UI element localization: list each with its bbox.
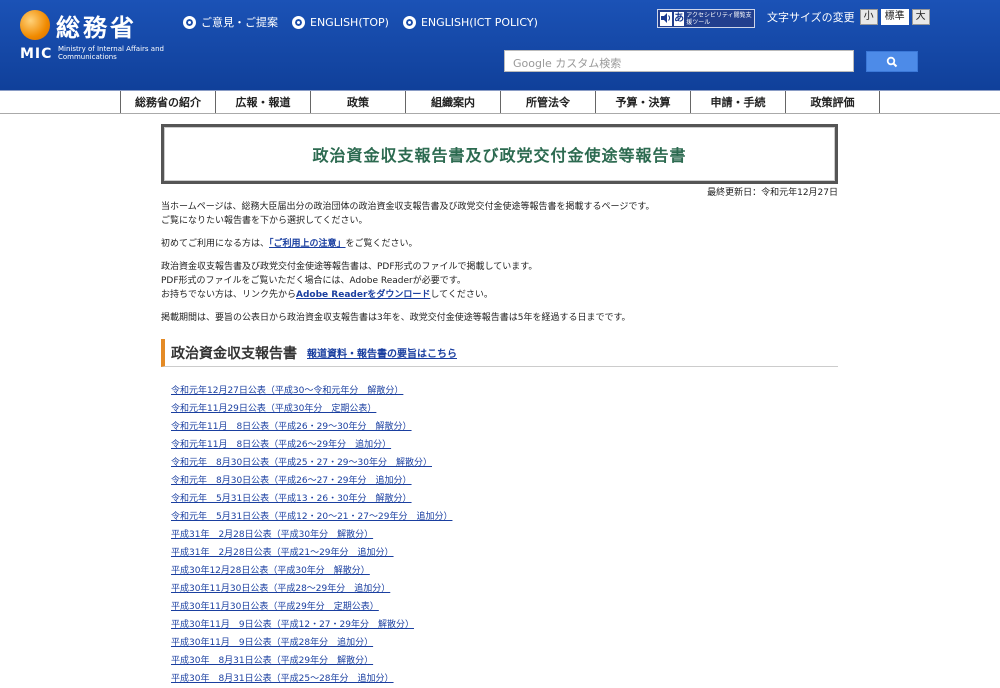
list-item[interactable]: 平成30年11月30日公表（平成28～29年分 追加分）	[171, 580, 838, 598]
list-item[interactable]: 平成31年 2月28日公表（平成30年分 解散分）	[171, 526, 838, 544]
section-header: 政治資金収支報告書 報道資料・報告書の要旨はこちら	[161, 339, 838, 367]
intro-text-1: 当ホームページは、総務大臣届出分の政治団体の政治資金収支報告書及び政党交付金使途…	[161, 202, 655, 212]
search-icon	[886, 56, 898, 67]
pdf-text-2: PDF形式のファイルをご覧いただく場合には、Adobe Readerが必要です。	[161, 276, 466, 286]
list-item[interactable]: 平成30年11月30日公表（平成29年分 定期公表）	[171, 598, 838, 616]
nav-item-evaluation[interactable]: 政策評価	[785, 91, 880, 113]
last-updated: 最終更新日：令和元年12月27日	[707, 188, 838, 198]
search-input[interactable]: Google カスタム検索	[504, 50, 854, 72]
logo-mic: MIC	[20, 46, 53, 62]
nav-item-pr[interactable]: 広報・報道	[215, 91, 310, 113]
page-title: 政治資金収支報告書及び政党交付金使途等報告書	[312, 146, 687, 165]
nav-item-laws[interactable]: 所管法令	[500, 91, 595, 113]
list-item[interactable]: 令和元年 8月30日公表（平成26～27・29年分 追加分）	[171, 472, 838, 490]
list-item[interactable]: 令和元年11月 8日公表（平成26～29年分 追加分）	[171, 436, 838, 454]
list-item[interactable]: 平成30年11月 9日公表（平成28年分 追加分）	[171, 634, 838, 652]
pdf-text-1: 政治資金収支報告書及び政党交付金使途等報告書は、PDF形式のファイルで掲載してい…	[161, 262, 538, 272]
list-item[interactable]: 令和元年 5月31日公表（平成12・20～21・27～29年分 追加分）	[171, 508, 838, 526]
hiragana-a-icon: あ	[674, 11, 685, 26]
press-summary-link[interactable]: 報道資料・報告書の要旨はこちら	[307, 345, 457, 360]
font-size-label: 文字サイズの変更	[767, 11, 855, 24]
main-content: 政治資金収支報告書及び政党交付金使途等報告書 最終更新日：令和元年12月27日 …	[161, 124, 838, 688]
nav-item-policy[interactable]: 政策	[310, 91, 405, 113]
toplink-english-ict[interactable]: ENGLISH(ICT POLICY)	[402, 14, 538, 30]
speaker-icon	[660, 11, 672, 26]
accessibility-tool-button[interactable]: あ アクセシビリティ閲覧支援ツール	[657, 9, 755, 28]
global-nav: 総務省の紹介 広報・報道 政策 組織案内 所管法令 予算・決算 申請・手続 政策…	[0, 90, 1000, 114]
nav-item-applications[interactable]: 申請・手続	[690, 91, 785, 113]
list-item[interactable]: 平成30年12月28日公表（平成30年分 解散分）	[171, 562, 838, 580]
adobe-reader-download-link[interactable]: Adobe Readerをダウンロード	[296, 290, 430, 300]
mic-logo[interactable]: 総務省 MIC Ministry of Internal Affairs and…	[20, 8, 170, 68]
report-list: 令和元年12月27日公表（平成30～令和元年分 解散分） 令和元年11月29日公…	[161, 382, 838, 688]
list-item[interactable]: 平成31年 2月28日公表（平成21～29年分 追加分）	[171, 544, 838, 562]
pdf-text-3: お持ちでない方は、リンク先からAdobe Readerをダウンロードしてください…	[161, 290, 493, 300]
font-size-normal-button[interactable]: 標準	[880, 9, 909, 25]
list-item[interactable]: 令和元年11月29日公表（平成30年分 定期公表）	[171, 400, 838, 418]
logo-japanese: 総務省	[56, 14, 137, 42]
nav-item-budget[interactable]: 予算・決算	[595, 91, 690, 113]
font-size-large-button[interactable]: 大	[911, 9, 930, 25]
radio-icon	[402, 15, 416, 29]
site-header: 総務省 MIC Ministry of Internal Affairs and…	[0, 0, 1000, 90]
header-links: ご意見・ご提案 ENGLISH(TOP) ENGLISH(ICT POLICY)	[183, 14, 538, 30]
list-item[interactable]: 平成30年 8月31日公表（平成29年分 解散分）	[171, 652, 838, 670]
radio-icon	[292, 15, 305, 29]
period-text: 掲載期間は、要旨の公表日から政治資金収支報告書は3年を、政党交付金使途等報告書は…	[161, 313, 631, 323]
logo-english: Ministry of Internal Affairs and Communi…	[58, 45, 164, 61]
accessibility-label: アクセシビリティ閲覧支援ツール	[686, 11, 752, 26]
search-button[interactable]	[866, 51, 918, 72]
usage-notes-link[interactable]: 「ご利用上の注意」	[269, 239, 346, 249]
notice-text: 初めてご利用になる方は、「ご利用上の注意」をご覧ください。	[161, 239, 418, 249]
list-item[interactable]: 平成30年 8月31日公表（平成25～28年分 追加分）	[171, 670, 838, 688]
list-item[interactable]: 平成30年11月 9日公表（平成12・27・29年分 解散分）	[171, 616, 838, 634]
toplink-feedback[interactable]: ご意見・ご提案	[183, 14, 278, 30]
list-item[interactable]: 令和元年12月27日公表（平成30～令和元年分 解散分）	[171, 382, 838, 400]
radio-icon	[183, 15, 196, 29]
list-item[interactable]: 令和元年11月 8日公表（平成26・29～30年分 解散分）	[171, 418, 838, 436]
logo-emblem-icon	[20, 10, 50, 40]
font-size-small-button[interactable]: 小	[859, 9, 878, 25]
nav-item-about[interactable]: 総務省の紹介	[120, 91, 215, 113]
section-title: 政治資金収支報告書	[171, 345, 297, 362]
nav-item-organization[interactable]: 組織案内	[405, 91, 500, 113]
list-item[interactable]: 令和元年 8月30日公表（平成25・27・29～30年分 解散分）	[171, 454, 838, 472]
toplink-english-top[interactable]: ENGLISH(TOP)	[292, 14, 389, 30]
intro-text-2: ご覧になりたい報告書を下から選択してください。	[161, 216, 368, 226]
font-size-control: 文字サイズの変更 小 標準 大	[767, 9, 930, 25]
list-item[interactable]: 令和元年 5月31日公表（平成13・26・30年分 解散分）	[171, 490, 838, 508]
page-title-box: 政治資金収支報告書及び政党交付金使途等報告書	[161, 124, 838, 184]
